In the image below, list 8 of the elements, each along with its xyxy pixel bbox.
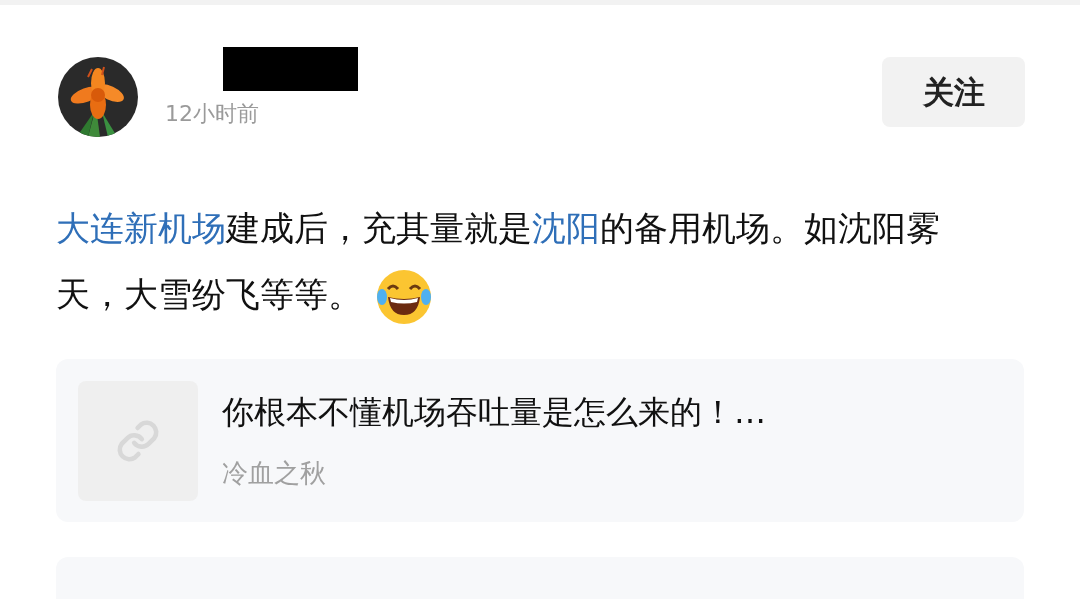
post-text: 大连新机场建成后，充其量就是沈阳的备用机场。如沈阳雾天，大雪纷飞等等。 xyxy=(0,195,1020,327)
shared-link-card[interactable]: 你根本不懂机场吞吐量是怎么来的！… 冷血之秋 xyxy=(56,359,1024,522)
link-title: 你根本不懂机场吞吐量是怎么来的！… xyxy=(222,392,766,433)
post-time: 12小时前 xyxy=(165,99,260,128)
link-source: 冷血之秋 xyxy=(222,457,327,490)
topic-link[interactable]: 沈阳 xyxy=(532,208,600,248)
follow-button[interactable]: 关注 xyxy=(882,57,1025,127)
topic-link[interactable]: 大连新机场 xyxy=(56,208,226,248)
